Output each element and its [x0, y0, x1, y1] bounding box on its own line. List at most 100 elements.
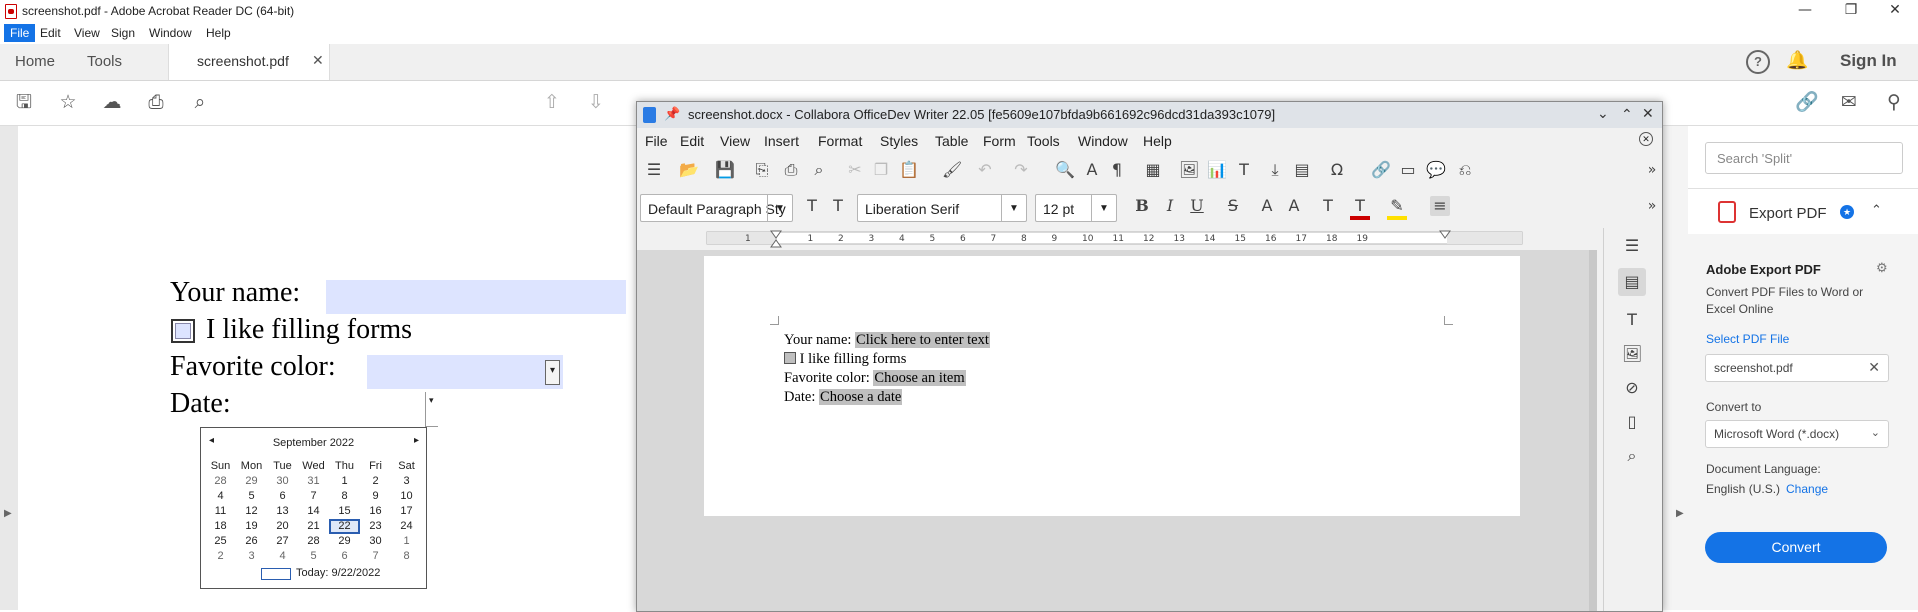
pin-icon[interactable]: 📌 — [664, 106, 680, 122]
formatting-marks-icon[interactable]: ¶ — [1107, 160, 1127, 180]
tab-document[interactable]: screenshot.pdf ✕ — [168, 44, 330, 80]
settings-icon[interactable]: ⚙ — [1876, 260, 1888, 276]
calendar-day[interactable]: 23 — [360, 519, 391, 534]
insert-field-icon[interactable]: ▤ — [1292, 160, 1312, 180]
remove-file-icon[interactable]: ✕ — [1868, 359, 1880, 376]
calendar-day[interactable]: 5 — [298, 549, 329, 564]
calendar-day[interactable]: 4 — [205, 489, 236, 504]
calendar-day[interactable]: 17 — [391, 504, 422, 519]
doc-name-field[interactable]: Click here to enter text — [855, 332, 990, 348]
calendar-day[interactable]: 28 — [298, 534, 329, 549]
calendar-day[interactable]: 12 — [236, 504, 267, 519]
cut-icon[interactable]: ✂ — [845, 160, 865, 180]
calendar-day[interactable]: 7 — [298, 489, 329, 504]
writer-menu-form[interactable]: Form — [983, 133, 1016, 149]
calendar-day[interactable]: 29 — [329, 534, 360, 549]
calendar-day[interactable]: 21 — [298, 519, 329, 534]
sidebar-manage-changes-icon[interactable]: ⌕ — [1622, 446, 1642, 466]
mail-icon[interactable]: ✉ — [1838, 91, 1860, 113]
calendar-day[interactable]: 26 — [236, 534, 267, 549]
maximize-icon[interactable]: ❐ — [1828, 0, 1874, 22]
subscript-icon[interactable]: A — [1284, 196, 1304, 216]
calendar-day[interactable]: 19 — [236, 519, 267, 534]
writer-menu-insert[interactable]: Insert — [764, 133, 799, 149]
undo-icon[interactable]: ↶ — [975, 160, 995, 180]
insert-image-icon[interactable]: 🖼 — [1179, 160, 1199, 180]
find-replace-icon[interactable]: 🔍 — [1055, 160, 1075, 180]
sidebar-gallery-icon[interactable]: 🖼 — [1622, 344, 1642, 364]
minimize-icon[interactable]: — — [1782, 0, 1828, 22]
align-left-icon[interactable]: ≡ — [1430, 196, 1450, 216]
writer-menu-window[interactable]: Window — [1078, 133, 1128, 149]
font-size-select[interactable]: 12 pt ▼ — [1035, 194, 1117, 222]
calendar-day[interactable]: 29 — [236, 474, 267, 489]
open-icon[interactable]: 📂 — [679, 160, 699, 180]
bell-icon[interactable]: 🔔 — [1786, 50, 1808, 71]
italic-icon[interactable]: I — [1160, 196, 1180, 216]
select-pdf-link[interactable]: Select PDF File — [1706, 332, 1789, 346]
convert-button[interactable]: Convert — [1705, 532, 1887, 563]
writer-menu-file[interactable]: File — [645, 133, 668, 149]
calendar-day[interactable]: 18 — [205, 519, 236, 534]
sidebar-menu-icon[interactable]: ☰ — [1622, 236, 1642, 256]
sidebar-properties-icon[interactable]: ▤ — [1618, 268, 1646, 296]
calendar-day[interactable]: 16 — [360, 504, 391, 519]
calendar-day[interactable]: 8 — [329, 489, 360, 504]
toolbar-overflow-icon[interactable]: » — [1642, 160, 1662, 180]
clone-formatting-icon[interactable]: 🖌 — [942, 160, 962, 180]
calendar-day[interactable]: 2 — [205, 549, 236, 564]
writer-menu-help[interactable]: Help — [1143, 133, 1172, 149]
insert-page-break-icon[interactable]: ⤓ — [1265, 160, 1285, 180]
menu-view[interactable]: View — [70, 25, 104, 41]
calendar-day[interactable]: 2 — [360, 474, 391, 489]
superscript-icon[interactable]: A — [1257, 196, 1277, 216]
calendar-day[interactable]: 30 — [360, 534, 391, 549]
redo-icon[interactable]: ↷ — [1011, 160, 1031, 180]
close-document-icon[interactable]: ✕ — [1639, 132, 1653, 146]
menu-sign[interactable]: Sign — [107, 25, 139, 41]
menu-edit[interactable]: Edit — [36, 25, 65, 41]
save-icon[interactable]: 💾 — [715, 160, 735, 180]
calendar-day[interactable]: 15 — [329, 504, 360, 519]
chevron-down-icon[interactable]: ▾ — [545, 360, 560, 385]
convert-format-select[interactable]: Microsoft Word (*.docx) ⌄ — [1705, 420, 1889, 448]
calendar-day[interactable]: 24 — [391, 519, 422, 534]
calendar-day[interactable]: 3 — [236, 549, 267, 564]
calendar-day[interactable]: 25 — [205, 534, 236, 549]
calendar-day[interactable]: 27 — [267, 534, 298, 549]
help-icon[interactable]: ? — [1746, 50, 1770, 74]
underline-icon[interactable]: U — [1187, 196, 1207, 216]
right-pane-collapse-icon[interactable]: ▶ — [1676, 508, 1684, 519]
left-panel-toggle-icon[interactable]: ▶ — [4, 508, 12, 519]
writer-menu-tools[interactable]: Tools — [1027, 133, 1060, 149]
tools-search-input[interactable]: Search 'Split' — [1705, 142, 1903, 174]
calendar-day[interactable]: 31 — [298, 474, 329, 489]
export-pdf-title[interactable]: Export PDF — [1749, 205, 1827, 222]
insert-chart-icon[interactable]: 📊 — [1207, 160, 1227, 180]
writer-menu-edit[interactable]: Edit — [680, 133, 704, 149]
insert-table-icon[interactable]: ▦ — [1143, 160, 1163, 180]
calendar-day[interactable]: 30 — [267, 474, 298, 489]
menu-file[interactable]: File — [4, 24, 36, 42]
zoom-search-icon[interactable]: ⌕ — [189, 91, 211, 113]
calendar-day[interactable]: 4 — [267, 549, 298, 564]
sidebar-page-icon[interactable]: ▯ — [1622, 412, 1642, 432]
update-style-icon[interactable]: T — [802, 196, 822, 216]
doc-checkbox[interactable] — [784, 352, 796, 364]
sign-in-button[interactable]: Sign In — [1840, 51, 1897, 71]
vertical-scrollbar[interactable] — [1589, 250, 1597, 611]
sidebar-styles-icon[interactable]: T — [1622, 310, 1642, 330]
form-color-dropdown[interactable]: ▾ — [367, 355, 563, 389]
print-icon[interactable]: ⎙ — [145, 91, 167, 113]
selected-file-field[interactable]: screenshot.pdf ✕ — [1705, 354, 1889, 382]
chevron-down-icon[interactable]: ⌄ — [1597, 105, 1609, 122]
star-icon[interactable]: ☆ — [57, 91, 79, 113]
calendar-day[interactable]: 28 — [205, 474, 236, 489]
clear-formatting-icon[interactable]: T — [1318, 196, 1338, 216]
page-down-icon[interactable]: ⇩ — [585, 91, 607, 113]
track-changes-icon[interactable]: ⎌ — [1455, 160, 1475, 180]
footnote-icon[interactable]: ▭ — [1398, 160, 1418, 180]
calendar-day[interactable]: 14 — [298, 504, 329, 519]
highlight-color-icon[interactable]: ✎ — [1387, 196, 1407, 220]
chevron-up-icon[interactable]: ⌃ — [1621, 106, 1633, 123]
